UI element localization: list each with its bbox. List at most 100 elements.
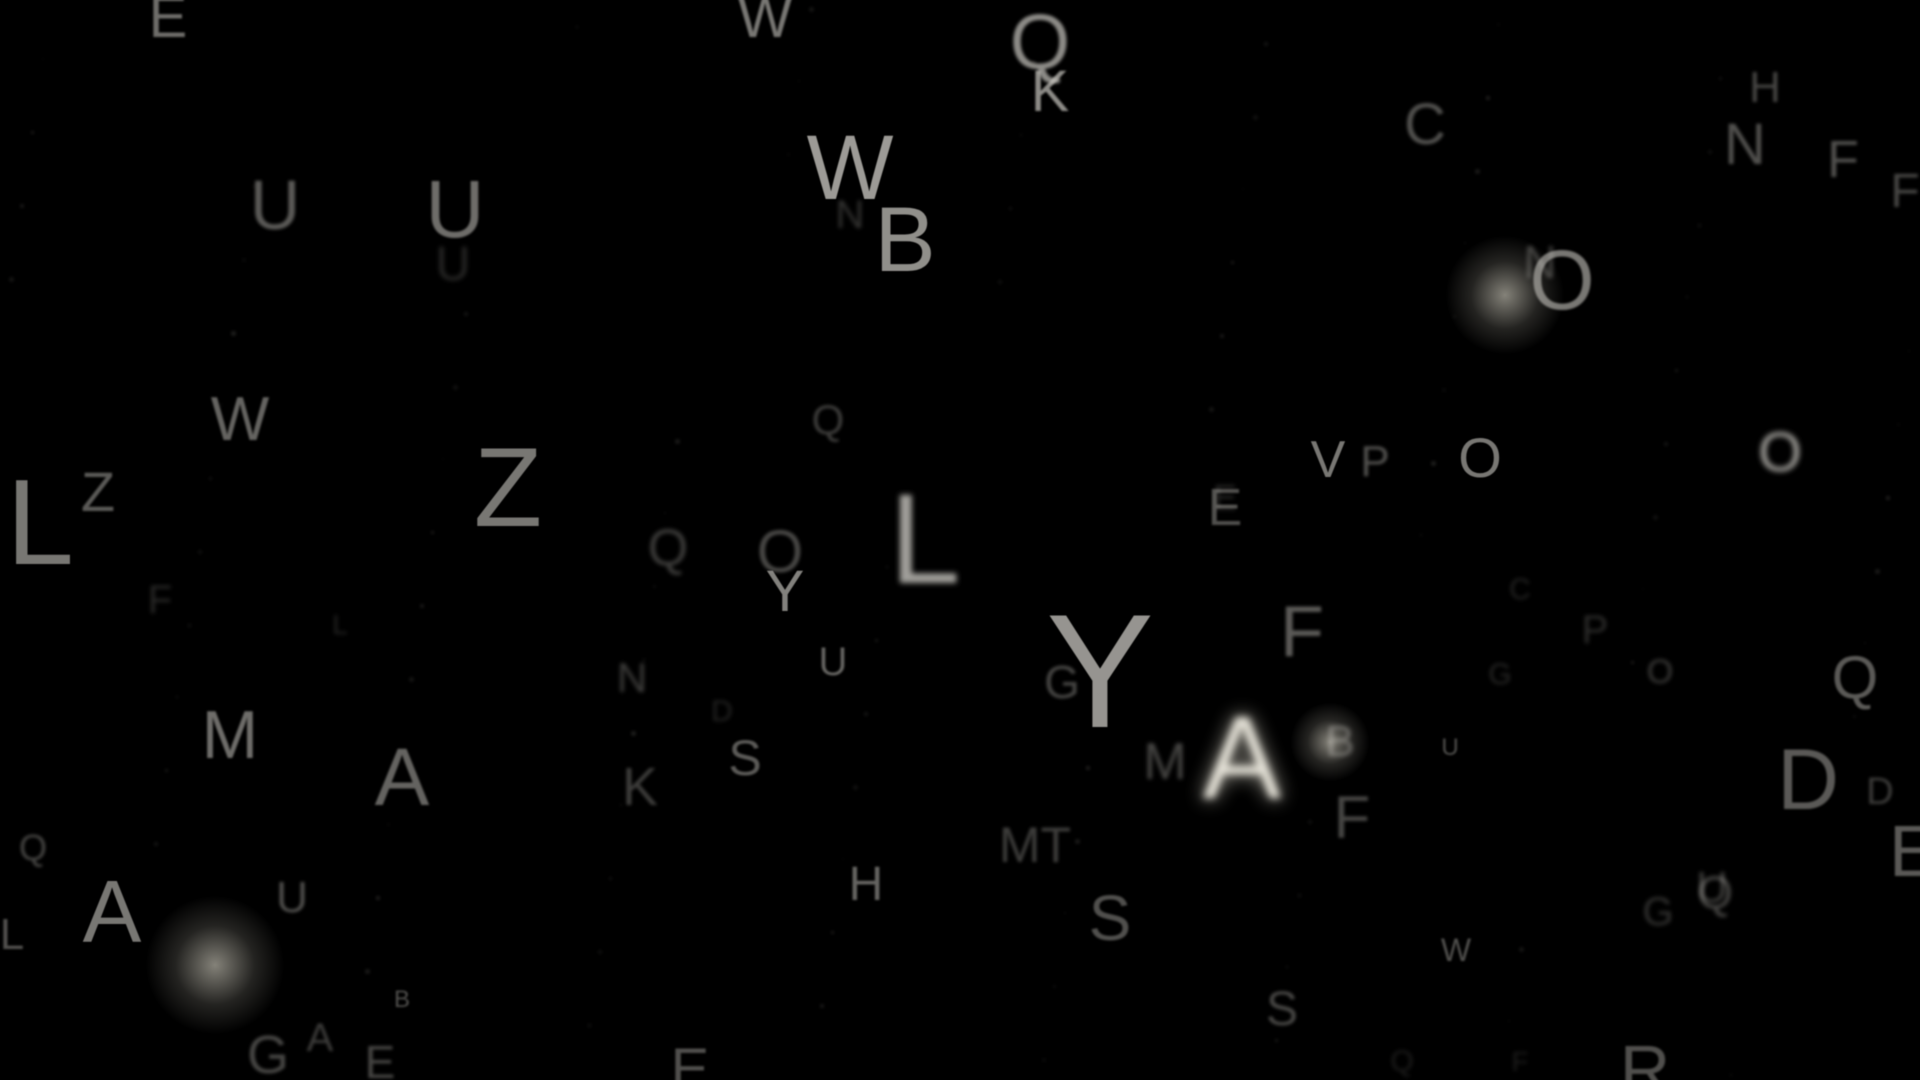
floating-letter: N — [1523, 236, 1557, 288]
dust-speck — [1475, 169, 1480, 174]
falling-letters-animation-frame: EWQKUUWBNHCFNFONWZLZQLQOYEVPOOYFUGMANSKA… — [0, 0, 1920, 1080]
dust-speck — [598, 950, 602, 954]
dust-speck — [1675, 369, 1678, 372]
floating-letter: L — [0, 910, 25, 959]
floating-letter: Z — [80, 460, 116, 523]
floating-letter: F — [1511, 1046, 1529, 1077]
dust-speck — [154, 842, 158, 846]
floating-letter: F — [147, 578, 173, 622]
dust-speck — [1042, 1058, 1046, 1062]
dust-speck — [1486, 96, 1490, 100]
floating-letter: N — [835, 193, 865, 237]
dust-speck — [1519, 947, 1524, 952]
floating-letter: K — [621, 757, 659, 817]
floating-letter: D — [1866, 771, 1894, 813]
dust-speck — [165, 769, 168, 772]
floating-letter: B — [874, 189, 936, 291]
dust-speck — [1664, 442, 1668, 446]
floating-letter: O — [1458, 426, 1502, 489]
dust-speck — [798, 80, 800, 82]
dust-speck — [1497, 23, 1500, 26]
dust-speck — [1253, 115, 1258, 120]
dust-speck — [1875, 569, 1880, 574]
floating-letter: F — [1827, 131, 1859, 189]
floating-letter: U — [818, 640, 848, 684]
dust-speck — [1686, 296, 1688, 298]
dust-speck — [875, 639, 878, 642]
dust-speck — [20, 204, 24, 208]
dust-speck — [1242, 188, 1244, 190]
dust-speck — [453, 385, 458, 390]
dust-speck — [1908, 350, 1910, 352]
dust-speck — [1297, 893, 1302, 898]
floating-letter: Y — [765, 559, 805, 624]
dust-speck — [387, 823, 390, 826]
dust-speck — [1631, 661, 1634, 664]
dust-speck — [787, 153, 790, 156]
dust-speck — [1031, 61, 1036, 66]
dust-speck — [464, 312, 468, 316]
dust-speck — [9, 277, 14, 282]
dust-speck — [842, 858, 844, 860]
floating-letter: W — [737, 0, 793, 50]
floating-letter: L — [332, 609, 348, 640]
dust-speck — [231, 331, 236, 336]
floating-letter: P — [1581, 608, 1609, 652]
floating-letter: F — [1333, 784, 1371, 851]
floating-letter: K — [1030, 59, 1070, 124]
dust-speck — [653, 585, 656, 588]
dust-speck — [1097, 693, 1100, 696]
dust-speck — [1708, 150, 1712, 154]
floating-letter: W — [1440, 932, 1472, 968]
floating-letter: N — [1724, 112, 1766, 177]
floating-letter: P — [1360, 437, 1390, 486]
dust-speck — [675, 439, 680, 444]
dust-speck — [1231, 261, 1234, 264]
floating-letter: E — [670, 1037, 710, 1080]
dust-speck — [242, 258, 246, 262]
dust-speck — [1653, 515, 1658, 520]
floating-letter: E — [1888, 812, 1920, 892]
dust-speck — [998, 280, 1002, 284]
floating-letter: Q — [647, 519, 689, 577]
dust-speck — [1086, 766, 1090, 770]
floating-letter: U — [276, 873, 308, 922]
floating-letter: Q — [18, 827, 48, 868]
dust-speck — [431, 531, 434, 534]
floating-letter: G — [1044, 656, 1080, 708]
dust-speck — [1020, 134, 1022, 136]
dust-speck — [1220, 334, 1224, 338]
dust-speck — [1886, 496, 1890, 500]
dust-speck — [1264, 42, 1268, 46]
dust-speck — [853, 785, 858, 790]
dust-speck — [1064, 912, 1066, 914]
floating-letter: E — [1212, 477, 1238, 518]
floating-letter: Q — [1390, 1045, 1414, 1078]
dust-speck — [587, 1023, 592, 1028]
floating-letter: D — [711, 695, 733, 728]
floating-letter: L — [6, 454, 74, 590]
floating-letter: U — [1441, 734, 1459, 761]
dust-speck — [820, 1004, 824, 1008]
dust-speck — [1853, 715, 1856, 718]
floating-letter: A — [374, 732, 430, 823]
floating-letter: U — [435, 238, 471, 291]
floating-letter: M — [201, 697, 259, 773]
dust-speck — [42, 58, 44, 60]
dust-speck — [609, 877, 612, 880]
dust-speck — [576, 26, 578, 28]
dust-speck — [1508, 1020, 1510, 1022]
dust-speck — [420, 604, 424, 608]
floating-letter: MT — [998, 817, 1072, 873]
floating-letter: V — [1310, 431, 1346, 489]
floating-letter: A — [82, 862, 142, 961]
dust-speck — [1730, 1074, 1732, 1076]
floating-letter: C — [1509, 573, 1531, 606]
dust-speck — [1431, 461, 1436, 466]
dust-speck — [209, 477, 212, 480]
floating-letter: Q — [1831, 644, 1879, 711]
dust-speck — [1009, 207, 1012, 210]
bokeh-glow-1 — [145, 895, 285, 1035]
dust-speck — [220, 404, 222, 406]
floating-letter: F — [1890, 165, 1920, 218]
